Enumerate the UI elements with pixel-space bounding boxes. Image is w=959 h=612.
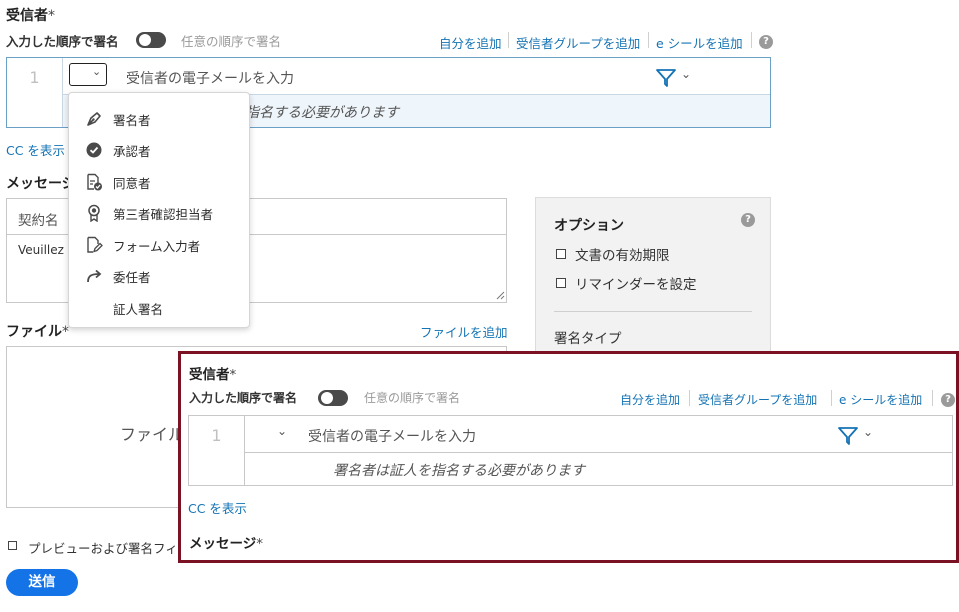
files-title: ファイル* — [6, 324, 69, 340]
menu-item-delegator[interactable]: 委任者 — [69, 261, 249, 291]
divider — [689, 390, 690, 406]
expiration-label: 文書の有効期限 — [575, 248, 670, 264]
zoom-callout: 受信者* 入力した順序で署名 任意の順序で署名 自分を追加 受信者グループを追加… — [178, 351, 959, 563]
menu-item-label: 第三者確認担当者 — [113, 207, 214, 222]
reminder-label: リマインダーを設定 — [575, 277, 697, 293]
help-icon[interactable]: ? — [759, 35, 773, 49]
filter-icon[interactable] — [656, 69, 676, 87]
show-cc-link[interactable]: CC を表示 — [6, 140, 65, 159]
reminder-checkbox[interactable] — [556, 278, 566, 288]
notary-warning-text: 署名者は証人を指名する必要があります — [333, 463, 585, 479]
recipient-order-number: 1 — [7, 58, 63, 127]
agreement-name-input[interactable]: 契約名 — [18, 209, 59, 229]
signature-type-label: 署名タイプ — [554, 331, 622, 347]
chevron-down-icon: ⌄ — [92, 65, 102, 78]
divider — [508, 32, 509, 48]
options-title: オプション — [554, 218, 624, 234]
chevron-down-icon[interactable]: ⌄ — [863, 425, 873, 439]
preview-checkbox[interactable] — [8, 541, 17, 550]
sign-in-order-label: 入力した順序で署名 — [6, 34, 119, 49]
show-cc-link[interactable]: CC を表示 — [188, 498, 247, 517]
document-check-icon — [87, 173, 102, 191]
help-icon[interactable]: ? — [741, 213, 755, 227]
menu-item-acceptor[interactable]: 同意者 — [69, 167, 249, 197]
menu-item-label: 承認者 — [113, 144, 151, 159]
recipient-email-input[interactable]: 受信者の電子メールを入力 — [126, 68, 294, 88]
file-drop-label: ファイル — [120, 425, 185, 444]
divider — [554, 311, 752, 312]
chevron-down-icon[interactable]: ⌄ — [277, 424, 287, 438]
signing-order-toggle[interactable] — [136, 32, 166, 48]
menu-item-label: 委任者 — [113, 270, 151, 285]
menu-item-label: 同意者 — [113, 176, 151, 191]
add-recipient-group-link[interactable]: 受信者グループを追加 — [516, 33, 640, 52]
recipients-title: 受信者* — [189, 367, 237, 383]
any-order-label: 任意の順序で署名 — [364, 391, 461, 405]
form-edit-icon — [87, 236, 103, 253]
message-body-input[interactable]: Veuillez r — [18, 243, 73, 257]
check-circle-icon — [86, 142, 102, 158]
preview-label: プレビューおよび署名フィ — [28, 541, 178, 556]
any-order-label: 任意の順序で署名 — [181, 34, 282, 49]
add-me-link[interactable]: 自分を追加 — [439, 33, 502, 52]
menu-item-signer[interactable]: 署名者 — [69, 104, 249, 134]
message-title: メッセージ — [6, 176, 76, 192]
divider — [831, 390, 832, 406]
pen-icon — [87, 112, 101, 126]
menu-item-label: 証人署名 — [113, 302, 164, 317]
menu-item-certified-recipient[interactable]: 第三者確認担当者 — [69, 198, 249, 228]
add-me-link[interactable]: 自分を追加 — [620, 391, 680, 408]
notary-warning-text: 指名する必要があります — [245, 105, 399, 121]
options-panel: オプション ? 文書の有効期限 リマインダーを設定 署名タイプ — [535, 197, 771, 357]
menu-item-notary-signer[interactable]: 証人署名 — [69, 293, 249, 323]
role-dropdown-button[interactable]: ⌄ — [69, 63, 107, 86]
chevron-down-icon[interactable]: ⌄ — [681, 67, 691, 81]
add-eseal-link[interactable]: e シールを追加 — [656, 33, 743, 52]
add-files-link[interactable]: ファイルを追加 — [420, 322, 508, 341]
divider — [751, 32, 752, 48]
recipient-order-number: 1 — [189, 416, 245, 485]
filter-icon[interactable] — [838, 427, 858, 445]
signing-order-toggle[interactable] — [318, 390, 348, 406]
divider — [932, 390, 933, 406]
message-title: メッセージ* — [189, 536, 263, 552]
add-recipient-group-link[interactable]: 受信者グループを追加 — [698, 391, 817, 408]
add-eseal-link[interactable]: e シールを追加 — [839, 391, 922, 408]
recipient-row: 1 ⌄ 受信者の電子メールを入力 ⌄ 署名者は証人を指名する必要があります — [188, 415, 953, 486]
recipients-title: 受信者* — [6, 8, 55, 24]
divider — [648, 32, 649, 48]
sign-in-order-label: 入力した順序で署名 — [189, 391, 298, 405]
recipient-email-input[interactable]: 受信者の電子メールを入力 — [308, 426, 476, 446]
send-button[interactable]: 送信 — [6, 569, 78, 596]
resize-handle-icon[interactable] — [496, 291, 505, 300]
forward-arrow-icon — [87, 269, 102, 283]
menu-item-label: 署名者 — [113, 113, 151, 128]
menu-item-label: フォーム入力者 — [113, 239, 201, 254]
menu-item-approver[interactable]: 承認者 — [69, 135, 249, 165]
menu-item-form-filler[interactable]: フォーム入力者 — [69, 230, 249, 260]
help-icon[interactable]: ? — [941, 393, 955, 407]
expiration-checkbox[interactable] — [556, 249, 566, 259]
ribbon-icon — [88, 204, 100, 222]
role-menu: 署名者 承認者 同意者 第三者確認担当者 フォーム入力者 委任者 証人署名 — [68, 92, 250, 328]
